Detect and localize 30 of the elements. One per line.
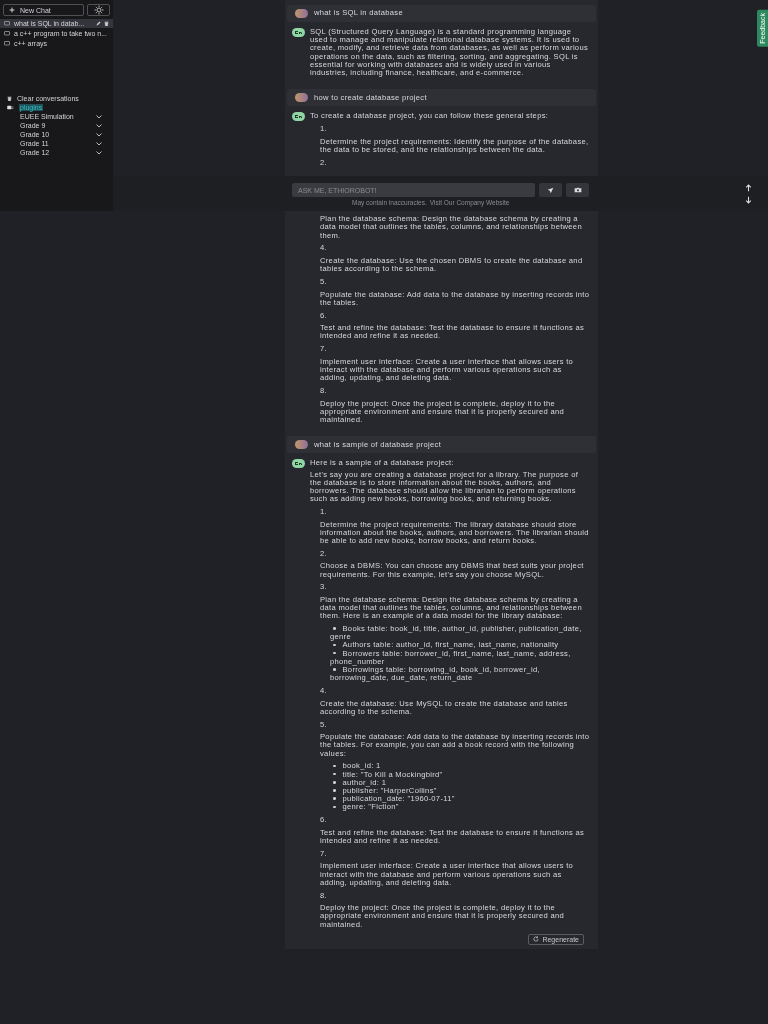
pencil-icon[interactable]	[96, 21, 101, 26]
bullet-icon	[333, 668, 336, 671]
send-icon	[547, 186, 554, 194]
sun-icon	[93, 5, 104, 15]
bullet-icon	[333, 781, 336, 784]
user-avatar	[295, 9, 308, 18]
bullet-icon	[333, 772, 336, 776]
arrow-up-icon[interactable]	[745, 184, 752, 192]
bullet-icon	[333, 643, 336, 647]
user-avatar	[295, 440, 308, 450]
user-avatar	[295, 93, 308, 103]
theme-toggle-button[interactable]	[87, 4, 110, 16]
camera-icon	[573, 187, 582, 193]
bullet-icon	[333, 805, 336, 809]
plus-icon	[9, 7, 15, 13]
send-button[interactable]	[539, 183, 562, 197]
bullet-icon	[333, 651, 336, 655]
bullet-icon	[333, 797, 336, 800]
plug-icon	[7, 105, 14, 110]
arrow-down-icon[interactable]	[745, 196, 752, 204]
bot-avatar-icon	[292, 459, 305, 469]
refresh-icon	[533, 936, 540, 943]
image-upload-button[interactable]	[566, 183, 589, 197]
bullet-icon	[333, 627, 336, 630]
bot-avatar-icon	[292, 112, 305, 122]
trash-icon[interactable]	[7, 96, 12, 101]
bot-avatar-icon	[292, 28, 305, 37]
trash-icon[interactable]	[104, 21, 109, 26]
bullet-icon	[333, 764, 336, 768]
bullet-icon	[333, 789, 336, 792]
